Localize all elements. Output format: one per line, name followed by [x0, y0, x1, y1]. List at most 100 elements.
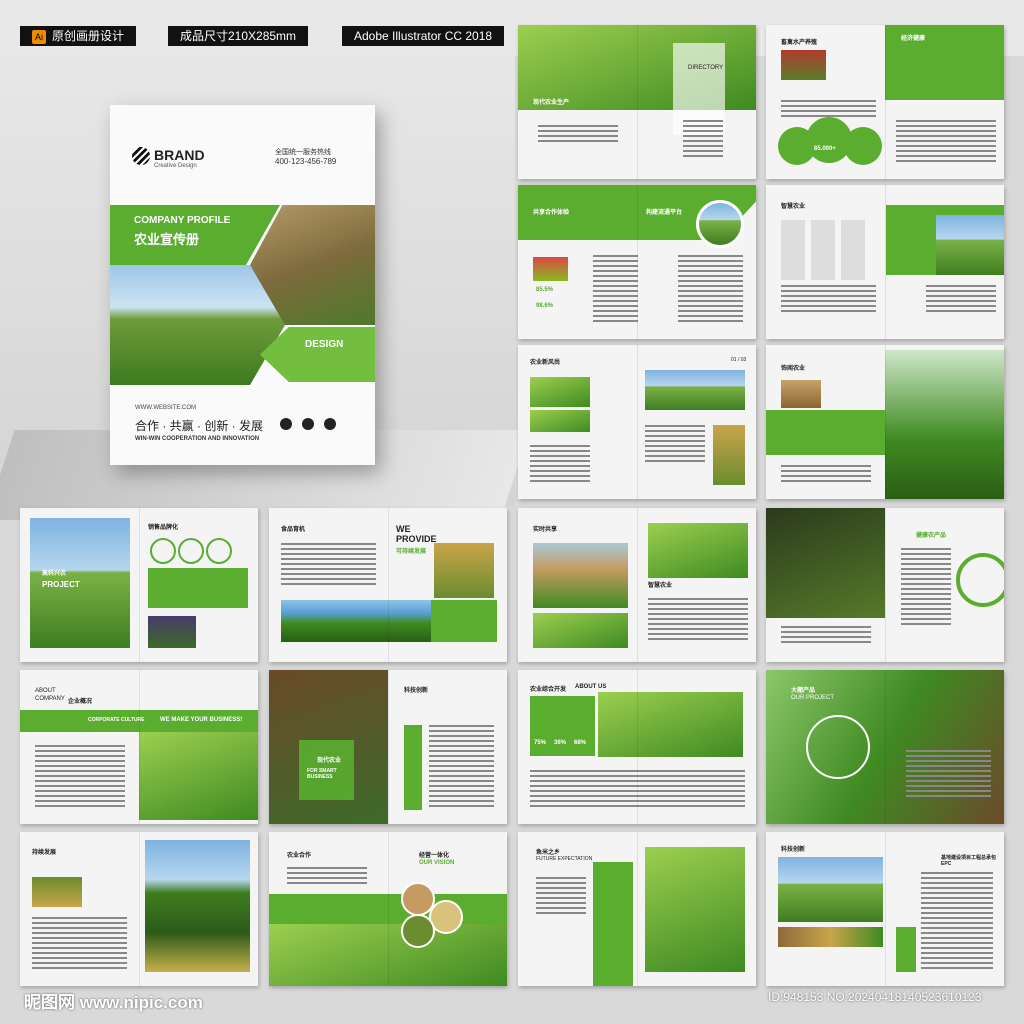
text-block: [781, 285, 876, 315]
cover-title: 农业宣传册: [134, 232, 200, 247]
spread-5-title: 农业新风尚: [530, 360, 561, 366]
green-panel: [148, 568, 248, 608]
page-number: 01 / 03: [731, 357, 747, 363]
spread-3-right-title: 构建流通平台: [646, 210, 683, 216]
brand-name: BRAND: [154, 147, 205, 163]
text-block: [896, 120, 996, 165]
phone-icon: [280, 418, 292, 430]
percent-1: 85.5%: [536, 287, 554, 293]
spread-16-right-title: 经营一体化: [419, 853, 450, 859]
field-photo: [530, 410, 590, 432]
make-business: WE MAKE YOUR BUSINESS!: [160, 717, 243, 723]
wheat-closeup-photo: [645, 847, 745, 972]
text-block: [678, 255, 743, 325]
spread-6-title: 饰闻农业: [781, 366, 806, 372]
greenhouse-photo: [885, 350, 1004, 499]
illustrator-icon: Ai: [32, 29, 46, 44]
percent-1: 75%: [534, 740, 547, 746]
software-tag: Adobe Illustrator CC 2018: [342, 26, 505, 46]
tree-photo: [145, 840, 250, 972]
spread-18-title: 科技创新: [781, 847, 806, 853]
spread-18-right: 基地建设项目工程总承包EPC: [941, 855, 997, 867]
spread-8-sub: 可持续发展: [396, 549, 427, 555]
grape-photo: [148, 616, 196, 648]
text-block: [530, 770, 745, 810]
our-vision: OUR VISION: [419, 860, 455, 866]
green-panel: [530, 696, 595, 756]
brand: BRAND Creative Design: [154, 147, 205, 169]
spread-13: 农业综合开发 ABOUT US 75% 36% 68%: [518, 670, 756, 824]
website: WWW.WEBSITE.COM: [135, 405, 196, 411]
seedling-photo: [766, 508, 885, 618]
id-watermark: ID:948153 NO:20240418140523610123: [768, 990, 982, 1004]
spread-11: ABOUT COMPANY 企业概况 CORPORATE CULTURE WE …: [20, 670, 258, 824]
text-block: [593, 255, 638, 325]
hotline-label: 全国统一服务热线: [275, 149, 331, 156]
design-label: 原创画册设计: [52, 29, 125, 43]
spread-7-title: 销售品牌化: [148, 525, 179, 531]
spread-3: 共享合作体验 构建流通平台 85.5% 98.6%: [518, 185, 756, 339]
text-block: [781, 465, 871, 485]
text-block: [921, 872, 993, 972]
green-band: [269, 894, 507, 924]
about-us: ABOUT US: [575, 684, 607, 690]
thumb-row: [778, 927, 883, 947]
future-expectation: FUTURE EXPECTATION: [536, 856, 593, 862]
design-label: DESIGN: [305, 339, 344, 350]
spread-16-title: 农业合作: [287, 853, 312, 859]
tractor-photo-hex: [110, 265, 285, 385]
text-block: [926, 285, 996, 315]
size-tag: 成品尺寸210X285mm: [168, 26, 309, 46]
spread-15: 持续发展: [20, 832, 258, 986]
text-block: [35, 745, 125, 810]
project-cn: 高科兴农: [42, 571, 67, 577]
spread-8: 食品育机 WE PROVIDE 可持续发展: [269, 508, 507, 662]
hotline-number: 400-123-456-789: [275, 157, 337, 166]
number-circle: [206, 538, 232, 564]
title-band: COMPANY PROFILE 农业宣传册: [110, 205, 280, 265]
number-circle: [178, 538, 204, 564]
text-block: [287, 867, 367, 887]
project-label: PROJECT: [42, 580, 80, 589]
stat-value: 85.000+: [814, 146, 836, 152]
spread-12-en: FOR SMART BUSINESS: [307, 768, 337, 780]
spread-18: 科技创新 基地建设项目工程总承包EPC: [766, 832, 1004, 986]
icon-column: [896, 927, 916, 972]
sky-field-photo: [778, 857, 883, 922]
spread-2: 畜禽水产养殖 85.000+ 经济健康: [766, 25, 1004, 179]
percent-2: 36%: [554, 740, 567, 746]
spread-12-title: 科技创新: [404, 688, 429, 694]
text-block: [281, 543, 376, 588]
meadow-photo: [269, 924, 507, 986]
spread-12: 现代农业 FOR SMART BUSINESS 科技创新: [269, 670, 507, 824]
spread-1: 现代农业生产 DIRECTORY: [518, 25, 756, 179]
icon-column: [404, 725, 422, 810]
spread-2-right-title: 经济健康: [901, 36, 926, 42]
spread-10-title: 健康农产品: [916, 533, 947, 539]
site-watermark: 昵图网 www.nipic.com: [24, 993, 203, 1012]
text-block: [906, 750, 991, 800]
spread-17: 鱼米之乡 FUTURE EXPECTATION: [518, 832, 756, 986]
culture-label: CORPORATE CULTURE: [88, 717, 145, 723]
green-strip: [593, 862, 633, 986]
slogan: 合作 · 共赢 · 创新 · 发展 WIN-WIN COOPERATION AND…: [135, 417, 263, 442]
spread-14: 大棚产品 OUR PROJECT: [766, 670, 1004, 824]
spread-13-title: 农业综合开发: [530, 687, 567, 693]
stat-circle: [844, 127, 882, 165]
spread-16: 农业合作 经营一体化 OUR VISION: [269, 832, 507, 986]
icon-grid: [781, 220, 866, 280]
panorama-photo: [281, 600, 431, 642]
text-block: [781, 626, 871, 646]
ring-graphic: [956, 553, 1004, 607]
text-block: [901, 548, 951, 628]
company-label: COMPANY: [35, 696, 65, 702]
produce-photo: [533, 257, 568, 281]
spread-12-cn: 现代农业: [317, 758, 342, 764]
spread-14-sub: OUR PROJECT: [791, 695, 835, 701]
sky-field-photo: [645, 370, 745, 410]
harvest-photo: [713, 425, 745, 485]
terrace-photo: [598, 692, 743, 757]
text-block: [530, 445, 590, 485]
wechat-icon: [302, 418, 314, 430]
provide-label: PROVIDE: [396, 534, 437, 544]
